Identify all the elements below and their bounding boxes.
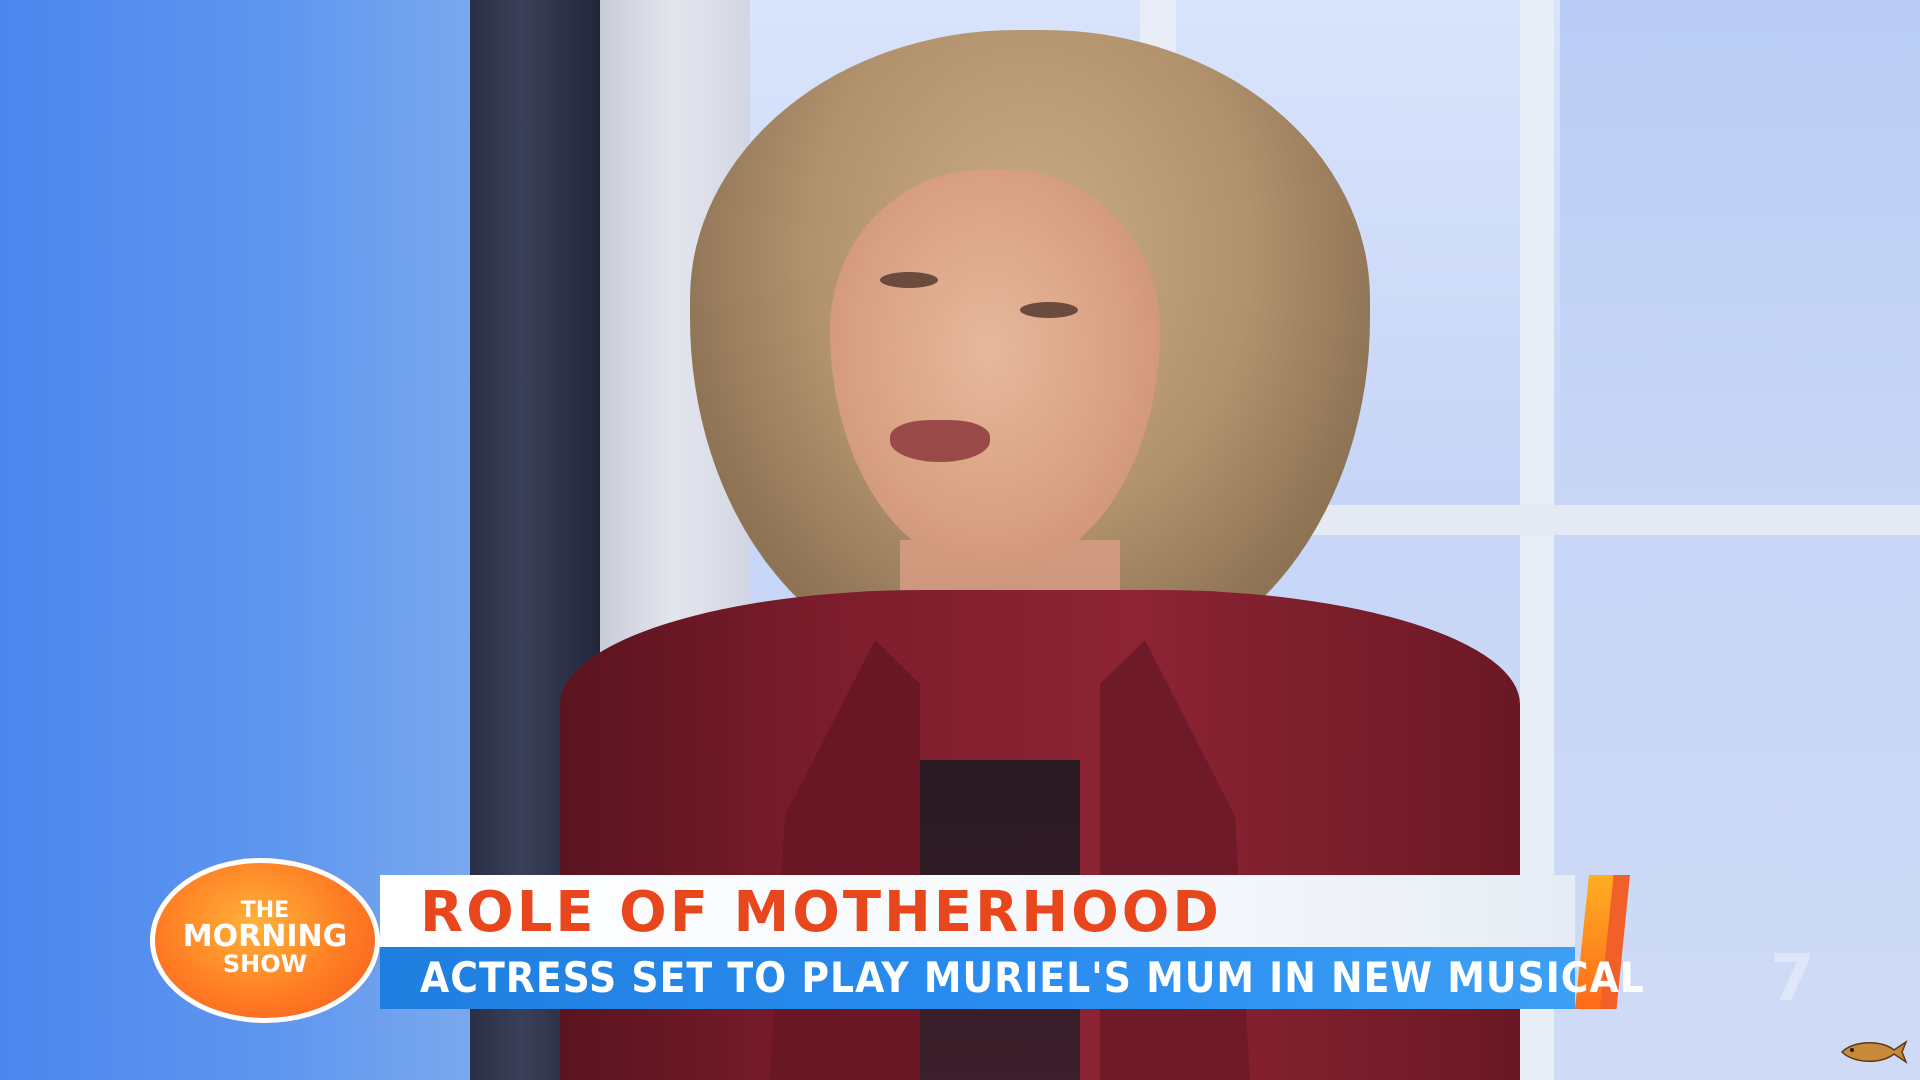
subline-text: ACTRESS SET TO PLAY MURIEL'S MUM IN NEW … (420, 953, 1645, 1002)
logo-line-3: SHOW (222, 950, 308, 978)
guest-mouth (890, 420, 990, 462)
fish-icon (1840, 1040, 1908, 1064)
logo-line-2: MORNING (182, 919, 348, 954)
headline-text: ROLE OF MOTHERHOOD (420, 880, 1222, 945)
channel-seven-icon: 7 (1770, 942, 1815, 1016)
guest-eye-left (880, 272, 938, 288)
guest-eye-right (1020, 302, 1078, 318)
logo-line-1: THE (240, 898, 290, 923)
studio-window-panel (1560, 0, 1920, 505)
morning-show-logo: THE MORNING SHOW (150, 858, 380, 1023)
